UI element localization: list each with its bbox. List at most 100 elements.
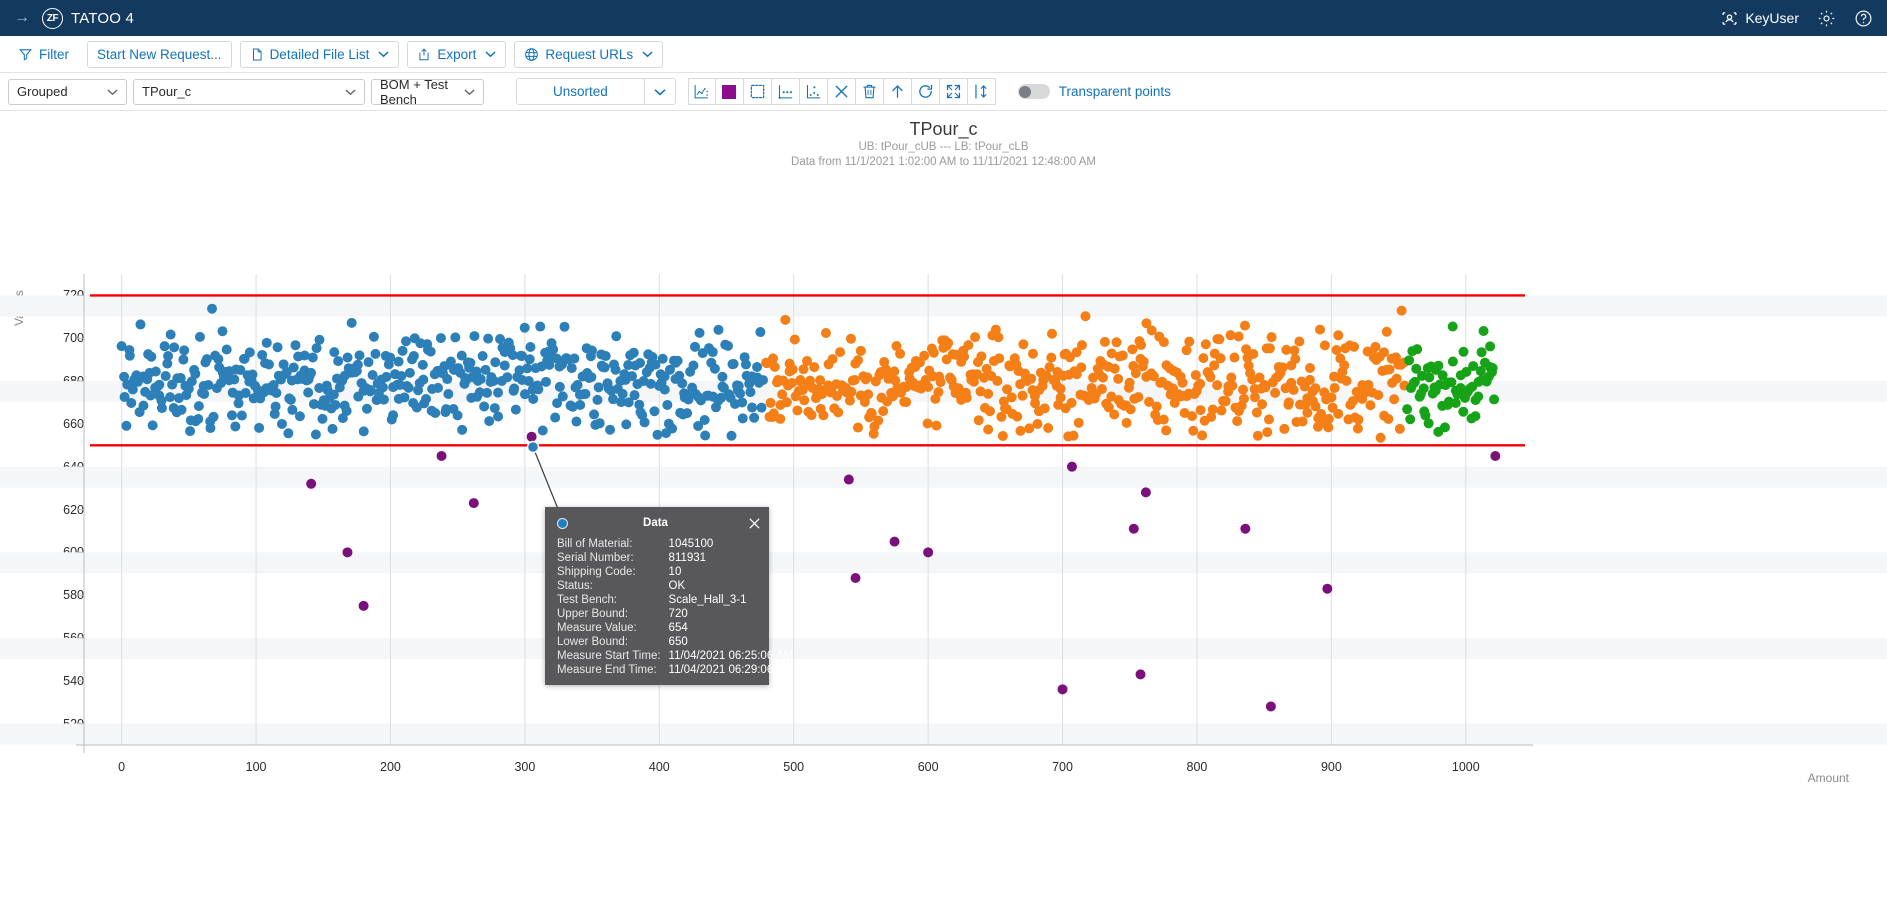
data-point	[1333, 408, 1344, 419]
data-point	[997, 430, 1008, 441]
start-new-request-button[interactable]: Start New Request...	[87, 40, 232, 68]
data-point	[629, 390, 640, 401]
data-point	[1389, 394, 1400, 405]
chevron-down-icon[interactable]	[645, 88, 675, 96]
data-point	[270, 401, 281, 412]
bar-point-left-icon[interactable]	[771, 78, 800, 105]
data-point	[580, 388, 591, 399]
data-point	[290, 340, 301, 351]
back-arrow-icon[interactable]: →	[14, 9, 30, 27]
data-point	[160, 371, 171, 382]
tooltip-row: Serial Number: 811931	[552, 551, 793, 565]
expand-icon[interactable]	[939, 78, 968, 105]
data-point	[342, 547, 353, 558]
toggle-switch[interactable]	[1017, 84, 1050, 99]
data-point	[1220, 396, 1231, 407]
data-point	[146, 351, 157, 362]
data-point	[1378, 347, 1389, 358]
data-point-tooltip[interactable]: Data Bill of Material: 1045100 Serial Numb…	[545, 507, 793, 685]
data-point	[193, 401, 204, 412]
data-point	[747, 402, 758, 413]
data-point	[443, 388, 454, 399]
data-point	[272, 342, 283, 353]
data-point	[639, 417, 650, 428]
data-point	[983, 388, 994, 399]
data-point	[1124, 377, 1135, 388]
tooltip-row-label: Measure Start Time:	[557, 650, 661, 662]
data-point	[775, 413, 786, 424]
data-point	[1476, 347, 1487, 358]
close-icon[interactable]	[743, 518, 760, 529]
title-bar-right: KeyUser	[1721, 9, 1873, 28]
detailed-file-list-button[interactable]: Detailed File List	[239, 40, 400, 68]
grouping-select[interactable]: Grouped	[8, 78, 127, 105]
data-point	[1249, 392, 1260, 403]
data-point	[370, 348, 381, 359]
data-point	[843, 474, 854, 485]
data-point	[156, 403, 167, 414]
rectangle-select-icon[interactable]	[743, 78, 772, 105]
data-point	[363, 357, 374, 368]
data-point	[193, 413, 204, 424]
title-bar: → ZF TATOO 4 KeyUser	[0, 0, 1887, 36]
data-point	[1450, 397, 1461, 408]
data-point	[378, 394, 389, 405]
data-point	[752, 361, 763, 372]
refresh-icon[interactable]	[911, 78, 940, 105]
data-point	[1006, 392, 1017, 403]
user-icon	[1721, 10, 1738, 27]
data-point	[1279, 423, 1290, 434]
bom-testbench-select[interactable]: BOM + Test Bench	[371, 77, 484, 107]
data-point	[1080, 311, 1091, 322]
color-swatch-icon[interactable]	[715, 78, 744, 105]
data-point	[1012, 411, 1023, 422]
data-point	[740, 359, 751, 370]
fit-vertical-icon[interactable]	[967, 78, 996, 105]
data-point	[610, 364, 621, 375]
data-point	[1352, 423, 1363, 434]
data-point	[226, 410, 237, 421]
measure-select[interactable]: TPour_c	[133, 78, 365, 105]
data-point	[1076, 362, 1087, 373]
data-point	[1290, 353, 1301, 364]
help-icon[interactable]	[1854, 9, 1873, 28]
data-point	[1485, 341, 1496, 352]
delete-icon[interactable]	[855, 78, 884, 105]
data-point	[1238, 384, 1249, 395]
upload-icon[interactable]	[883, 78, 912, 105]
transparent-points-label: Transparent points	[1058, 84, 1171, 99]
scatter-plot[interactable]	[0, 111, 1887, 851]
data-point	[1294, 336, 1305, 347]
data-point	[327, 423, 338, 434]
tooltip-row-value: Scale_Hall_3-1	[668, 594, 747, 606]
data-point	[1277, 362, 1288, 373]
gear-icon[interactable]	[1817, 9, 1836, 28]
data-point	[154, 379, 165, 390]
sort-select[interactable]: Unsorted	[516, 78, 676, 105]
scatter-chart-icon[interactable]	[687, 78, 716, 105]
data-point	[1073, 417, 1084, 428]
data-point	[569, 353, 580, 364]
data-point	[469, 331, 480, 342]
data-point	[735, 388, 746, 399]
transparent-points-toggle[interactable]: Transparent points	[1017, 84, 1171, 99]
data-point	[1076, 340, 1087, 351]
data-point	[792, 405, 803, 416]
clear-icon[interactable]	[827, 78, 856, 105]
user-name: KeyUser	[1745, 10, 1799, 26]
data-point	[992, 375, 1003, 386]
tooltip-row-value: 650	[668, 636, 688, 648]
request-urls-button[interactable]: Request URLs	[514, 40, 664, 68]
filter-button[interactable]: Filter	[8, 40, 79, 68]
data-point	[1214, 334, 1225, 345]
user-menu[interactable]: KeyUser	[1721, 10, 1799, 27]
data-point	[781, 397, 792, 408]
data-point	[1289, 345, 1300, 356]
data-point	[645, 378, 656, 389]
bar-point-right-icon[interactable]	[799, 78, 828, 105]
export-button[interactable]: Export	[407, 40, 507, 68]
data-point	[818, 410, 829, 421]
data-point	[689, 341, 700, 352]
data-point	[1133, 392, 1144, 403]
data-point	[330, 399, 341, 410]
